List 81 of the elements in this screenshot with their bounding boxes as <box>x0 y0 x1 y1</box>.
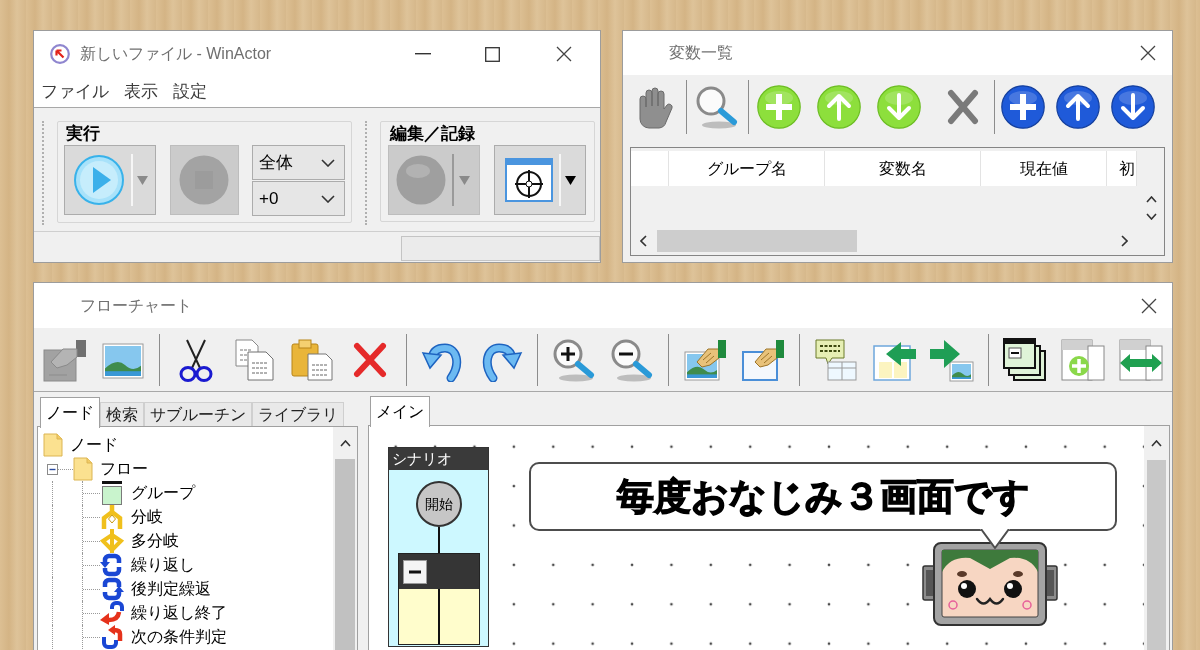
tab[interactable]: 検索 <box>100 402 144 427</box>
minimize-icon[interactable] <box>415 53 431 55</box>
stop-icon <box>179 155 230 205</box>
close-icon[interactable] <box>1140 45 1156 61</box>
chevron-down-icon[interactable] <box>321 158 335 167</box>
square-icon <box>100 481 124 505</box>
menu-item[interactable]: 表示 <box>124 79 158 105</box>
scroll-up-icon[interactable] <box>339 439 351 447</box>
menu-item[interactable]: 設定 <box>173 79 207 105</box>
tree-item[interactable]: 次の条件判定 <box>131 627 227 647</box>
close-icon[interactable] <box>1141 297 1157 314</box>
scrollbar-thumb[interactable] <box>1147 460 1166 650</box>
tab[interactable]: ライブラリ <box>252 402 344 427</box>
tree-item[interactable]: 多分岐 <box>131 531 179 551</box>
minus-box-icon[interactable] <box>47 463 58 475</box>
search-icon[interactable] <box>695 85 739 129</box>
window-title: フローチャート <box>80 295 192 316</box>
window-hand-icon[interactable] <box>741 337 785 382</box>
tree-item[interactable]: 後判定繰返 <box>131 579 211 599</box>
window-crosshair-icon <box>505 158 553 202</box>
folder-icon <box>43 433 63 457</box>
tab[interactable]: メイン <box>370 396 430 427</box>
table-header-cell <box>631 151 669 186</box>
scroll-right-icon[interactable] <box>1121 235 1128 247</box>
close-icon[interactable] <box>556 46 572 62</box>
stacked-windows-icon[interactable] <box>1003 337 1047 382</box>
loop-exit-arrow-icon <box>100 601 124 625</box>
scroll-up-icon[interactable] <box>1145 196 1157 203</box>
fork-icon <box>100 505 124 529</box>
menu-item[interactable]: ファイル <box>41 79 109 105</box>
maximize-icon[interactable] <box>485 46 500 62</box>
play-icon <box>74 155 124 205</box>
caret-icon[interactable] <box>565 175 576 185</box>
loop-return-arrow-icon <box>100 625 124 649</box>
zoom-in-icon[interactable] <box>552 337 596 382</box>
dropdown-select[interactable]: +0 <box>252 181 345 216</box>
connector-line <box>437 527 440 553</box>
start-node: 開始 <box>415 481 462 527</box>
loop-arrows-icon <box>100 553 124 577</box>
column-header[interactable]: 現在値 <box>981 151 1107 186</box>
swimlane-header: シナリオ <box>389 448 488 470</box>
double-arrow-window-icon[interactable] <box>1119 337 1163 382</box>
tree-item[interactable]: 繰り返し <box>131 555 195 575</box>
window-title: 新しいファイル - WinActor <box>80 44 272 64</box>
column-header[interactable]: 変数名 <box>825 151 981 186</box>
tree-item[interactable]: 分岐 <box>131 507 163 527</box>
hand-screen-icon[interactable] <box>43 337 87 382</box>
collapse-icon[interactable] <box>402 559 427 584</box>
right-arrow-picture-icon[interactable] <box>930 337 974 382</box>
scroll-up-icon[interactable] <box>1151 439 1162 447</box>
record-icon <box>396 155 446 205</box>
comment-table-icon[interactable] <box>814 337 858 382</box>
tree-item[interactable]: ノード <box>70 435 118 455</box>
scrollbar-thumb[interactable] <box>657 230 857 252</box>
triple-fork-icon <box>100 529 124 553</box>
window-title: 変数一覧 <box>669 43 733 63</box>
tree-item[interactable]: グループ <box>131 483 195 503</box>
scroll-left-icon[interactable] <box>640 235 647 247</box>
tab[interactable]: ノード <box>40 397 100 428</box>
delete-icon[interactable] <box>947 89 979 125</box>
picture-hand-icon[interactable] <box>683 337 727 382</box>
scrollbar-thumb[interactable] <box>335 459 355 650</box>
column-header[interactable]: グループ名 <box>669 151 825 186</box>
column-header[interactable]: 初 <box>1107 151 1137 186</box>
zoom-out-icon[interactable] <box>610 337 654 382</box>
group-label: 編集／記録 <box>388 123 476 144</box>
loop-arrows-icon <box>100 577 124 601</box>
dropdown-select[interactable]: 全体 <box>252 145 345 180</box>
app-logo-icon <box>50 44 70 64</box>
speech-bubble: 毎度おなじみ３画面です <box>529 462 1117 531</box>
capture-window-button[interactable] <box>494 145 586 215</box>
tree-item[interactable]: フロー <box>100 459 148 479</box>
chevron-down-icon[interactable] <box>321 194 335 203</box>
paste-icon[interactable] <box>290 337 334 382</box>
tab[interactable]: サブルーチン <box>144 402 252 427</box>
folder-icon <box>73 457 93 481</box>
tree-item[interactable]: 繰り返し終了 <box>131 603 227 623</box>
plus-icon[interactable] <box>1001 85 1045 129</box>
bubble-tail-icon <box>980 529 1010 549</box>
group-label: 実行 <box>65 123 101 144</box>
scroll-down-icon[interactable] <box>1145 213 1157 220</box>
